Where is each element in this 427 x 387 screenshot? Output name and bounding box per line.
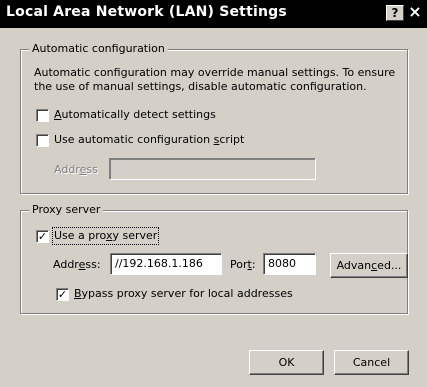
auto-config-description-line2: the use of manual settings, disable auto… bbox=[34, 80, 367, 93]
proxy-server-label: Proxy server bbox=[29, 203, 104, 217]
close-icon[interactable]: × bbox=[405, 4, 425, 21]
auto-config-description-line1: Automatic configuration may override man… bbox=[34, 66, 396, 79]
proxy-port-label: Port: bbox=[230, 258, 256, 271]
automatic-configuration-label: Automatic configuration bbox=[29, 42, 168, 56]
proxy-address-label: Address: bbox=[53, 258, 101, 271]
title-bar[interactable]: Local Area Network (LAN) Settings ? × bbox=[0, 0, 427, 28]
cancel-button[interactable]: Cancel bbox=[334, 350, 409, 375]
window-title: Local Area Network (LAN) Settings bbox=[6, 4, 287, 20]
advanced-button[interactable]: Advanced... bbox=[330, 253, 408, 278]
use-proxy-checkbox[interactable]: ✓ bbox=[36, 230, 49, 243]
bypass-label[interactable]: Bypass proxy server for local addresses bbox=[74, 287, 293, 301]
use-script-label[interactable]: Use automatic configuration script bbox=[54, 133, 244, 147]
proxy-port-field[interactable]: 8080 bbox=[263, 253, 316, 275]
detect-settings-checkbox[interactable] bbox=[36, 109, 49, 122]
help-icon[interactable]: ? bbox=[386, 5, 404, 21]
bypass-checkbox[interactable]: ✓ bbox=[56, 288, 69, 301]
use-proxy-label[interactable]: Use a proxy server bbox=[51, 227, 160, 245]
ok-button[interactable]: OK bbox=[249, 350, 324, 375]
use-script-checkbox[interactable] bbox=[36, 134, 49, 147]
proxy-address-field[interactable]: //192.168.1.186 bbox=[110, 253, 222, 275]
script-address-label: Address bbox=[54, 163, 98, 176]
lan-settings-dialog: Local Area Network (LAN) Settings ? × Au… bbox=[0, 0, 427, 387]
detect-settings-label[interactable]: Automatically detect settings bbox=[54, 108, 216, 122]
script-address-field[interactable] bbox=[109, 158, 316, 180]
